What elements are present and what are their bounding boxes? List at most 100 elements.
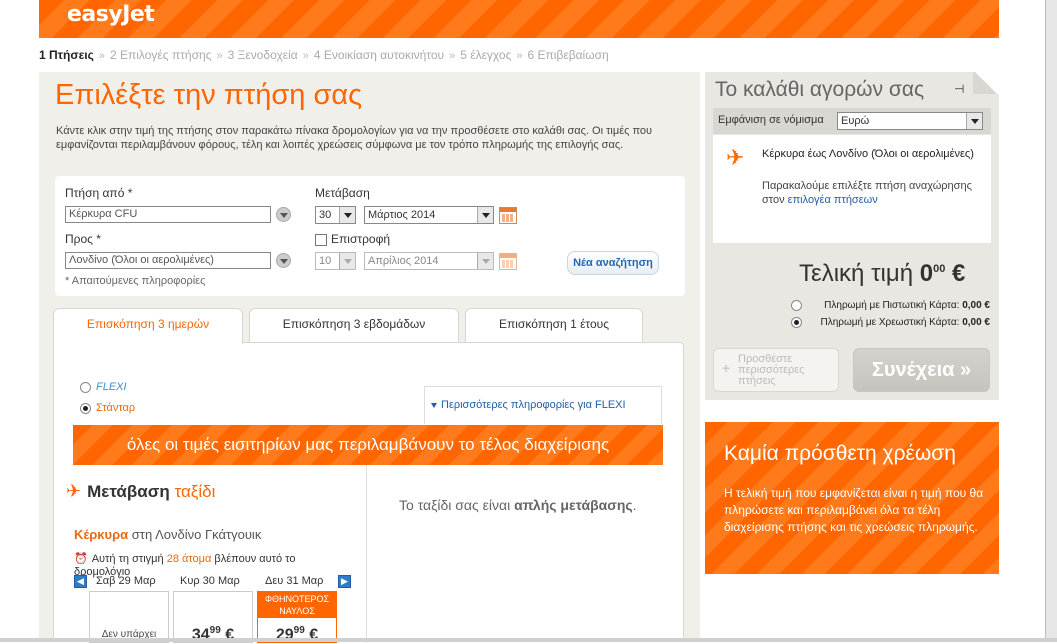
- calendar-icon[interactable]: [499, 253, 517, 270]
- chevron-down-icon: [966, 113, 982, 129]
- pay-credit-row: Πληρωμή με Πιστωτική Κάρτα: 0,00 €: [824, 300, 990, 311]
- pay-credit-value: 0,00 €: [962, 300, 990, 311]
- from-input[interactable]: Κέρκυρα CFU: [65, 206, 271, 223]
- prev-day-arrow-icon[interactable]: ◀: [74, 575, 87, 588]
- add-more-flights-button[interactable]: + Προσθέστε περισσότερες πτήσεις: [713, 348, 839, 392]
- flight-selector-link[interactable]: επιλογέα πτήσεων: [788, 194, 878, 206]
- pay-debit-row: Πληρωμή με Χρεωστική Κάρτα: 0,00 €: [820, 317, 990, 328]
- step-check: 5 έλεγχος: [460, 48, 512, 62]
- step-flight-options: 2 Επιλογές πτήσης: [109, 48, 212, 62]
- plane-icon: ✈: [66, 481, 82, 501]
- return-month-select[interactable]: Απρίλιος 2014: [364, 252, 494, 270]
- step-flights[interactable]: 1 Πτήσεις: [39, 48, 94, 62]
- outbound-month-value: Μάρτιος 2014: [368, 209, 436, 221]
- new-search-button[interactable]: Νέα αναζήτηση: [567, 251, 659, 275]
- fare-cell-2[interactable]: ΦΘΗΝΟΤΕΡΟΣ ΝΑΥΛΟΣ 2999 €: [257, 591, 337, 643]
- total-cents: 00: [933, 263, 946, 275]
- from-dropdown-icon[interactable]: [276, 207, 291, 222]
- total-price: Τελική τιμή 000 €: [799, 260, 965, 288]
- tab-1-year[interactable]: Επισκόπηση 1 έτους: [465, 308, 643, 342]
- outbound-column: ✈ Μετάβαση ταξίδι Κέρκυρα στη Λονδίνο Γκά…: [54, 465, 367, 643]
- return-checkbox[interactable]: [315, 234, 327, 246]
- flexi-radio[interactable]: [80, 382, 91, 393]
- fare-cell-0: Δεν υπάρχει: [89, 591, 169, 643]
- no-extra-charge-promo: Καμία πρόσθετη χρέωση Η τελική τιμή που …: [705, 422, 999, 574]
- currency-label: Εμφάνιση σε νόμισμα: [718, 114, 824, 126]
- pin-icon[interactable]: ⊣: [954, 82, 964, 96]
- chevron-down-icon: [339, 253, 355, 269]
- shopping-basket: Το καλάθι αγορών σας ⊣ Εμφάνιση σε νόμισ…: [705, 72, 999, 400]
- tab-3-weeks[interactable]: Επισκόπηση 3 εβδομάδων: [249, 308, 459, 342]
- plus-icon: +: [722, 360, 731, 376]
- tab-3-days[interactable]: Επισκόπηση 3 ημερών: [53, 308, 243, 344]
- outbound-heading-sub: ταξίδι: [174, 482, 216, 501]
- pay-debit-label: Πληρωμή με Χρεωστική Κάρτα:: [820, 317, 960, 328]
- pay-debit-radio[interactable]: [791, 317, 802, 328]
- easyjet-logo[interactable]: easyJet: [67, 2, 155, 27]
- next-day-arrow-icon[interactable]: ▶: [338, 575, 351, 588]
- booking-steps: 1 Πτήσεις » 2 Επιλογές πτήσης » 3 Ξενοδοχεία…: [39, 48, 609, 62]
- currency-select[interactable]: Ευρώ: [837, 112, 983, 130]
- outbound-month-select[interactable]: Μάρτιος 2014: [364, 206, 494, 224]
- chevron-icon: »: [216, 50, 223, 62]
- watching-count: 28 άτομα: [166, 553, 212, 565]
- total-label: Τελική τιμή: [799, 260, 914, 287]
- standard-label[interactable]: Στάνταρ: [96, 402, 135, 414]
- fees-banner: όλες οι τιμές εισιτηρίων μας περιλαμβάνο…: [73, 425, 663, 465]
- flexi-more-info-text: Περισσότερες πληροφορίες για FLEXI: [441, 399, 626, 411]
- currency-row: Εμφάνιση σε νόμισμα Ευρώ: [713, 108, 991, 134]
- promo-title: Καμία πρόσθετη χρέωση: [724, 442, 956, 465]
- fare-cell-1[interactable]: 3499 €: [173, 591, 253, 643]
- chevron-icon: »: [98, 50, 105, 62]
- to-input[interactable]: Λονδίνο (Όλοι οι αερολιμένες): [65, 252, 271, 269]
- day-label-0: Σαβ 29 Μαρ: [96, 575, 156, 587]
- standard-radio[interactable]: [80, 403, 91, 414]
- step-car-hire: 4 Ενοικίαση αυτοκινήτου: [313, 48, 445, 62]
- return-day-value: 10: [319, 255, 332, 267]
- page-title: Επιλέξτε την πτήση σας: [55, 79, 363, 111]
- continue-button[interactable]: Συνέχεια »: [853, 348, 990, 392]
- watching-pre: Αυτή τη στιγμή: [91, 553, 164, 565]
- search-form: Πτήση από * Κέρκυρα CFU Προς * Λονδίνο (…: [55, 176, 685, 296]
- chevron-icon: »: [449, 50, 456, 62]
- required-note: * Απαιτούμενες πληροφορίες: [65, 275, 206, 287]
- outbound-day-value: 30: [319, 209, 332, 221]
- flight-selection-panel: Επιλέξτε την πτήση σας Κάντε κλικ στην τ…: [39, 72, 700, 643]
- window-scrollbar[interactable]: [1045, 0, 1057, 642]
- pay-credit-label: Πληρωμή με Πιστωτική Κάρτα:: [824, 300, 960, 311]
- page-corner-fold: [973, 72, 999, 94]
- one-way-post: .: [632, 497, 637, 513]
- one-way-bold: απλής μετάβασης: [514, 497, 633, 513]
- to-dropdown-icon[interactable]: [276, 253, 291, 268]
- one-way-pre: Το ταξίδι σας είναι: [399, 497, 511, 513]
- outbound-label: Μετάβαση: [315, 186, 370, 200]
- chevron-down-icon: [477, 207, 493, 223]
- day-label-1: Κυρ 30 Μαρ: [180, 575, 240, 587]
- flexi-label[interactable]: FLEXI: [96, 381, 127, 393]
- window-bottom-edge: [0, 638, 1057, 642]
- chevron-down-icon: [477, 253, 493, 269]
- chevron-icon: »: [302, 50, 309, 62]
- step-confirm: 6 Επιβεβαίωση: [527, 48, 609, 62]
- flexi-more-info-link[interactable]: Περισσότερες πληροφορίες για FLEXI: [424, 386, 662, 424]
- site-header: easyJet: [39, 0, 999, 38]
- intro-text: Κάντε κλικ στην τιμή της πτήσης στον παρ…: [56, 125, 653, 151]
- basket-title: Το καλάθι αγορών σας: [715, 78, 925, 101]
- total-currency: €: [952, 260, 966, 287]
- basket-note: Παρακαλούμε επιλέξτε πτήση αναχώρησης στ…: [762, 179, 982, 207]
- day-label-2: Δευ 31 Μαρ: [265, 575, 324, 587]
- calendar-icon[interactable]: [499, 207, 517, 224]
- schedule-content: FLEXI Στάνταρ Περισσότερες πληροφορίες γ…: [53, 342, 684, 643]
- outbound-day-select[interactable]: 30: [315, 206, 356, 224]
- return-day-select[interactable]: 10: [315, 252, 356, 270]
- currency-value: Ευρώ: [841, 115, 870, 127]
- plane-icon: ✈: [726, 145, 745, 170]
- route-from: Κέρκυρα: [74, 527, 129, 542]
- return-month-value: Απρίλιος 2014: [368, 255, 439, 267]
- triangle-down-icon: [431, 402, 437, 408]
- step-hotels: 3 Ξενοδοχεία: [227, 48, 298, 62]
- basket-items: ✈ Κέρκυρα έως Λονδίνο (Όλοι οι αερολιμέν…: [713, 135, 991, 243]
- one-way-notice: Το ταξίδι σας είναι απλής μετάβασης.: [399, 497, 637, 513]
- pay-credit-radio[interactable]: [791, 300, 802, 311]
- return-label: Επιστροφή: [331, 232, 391, 246]
